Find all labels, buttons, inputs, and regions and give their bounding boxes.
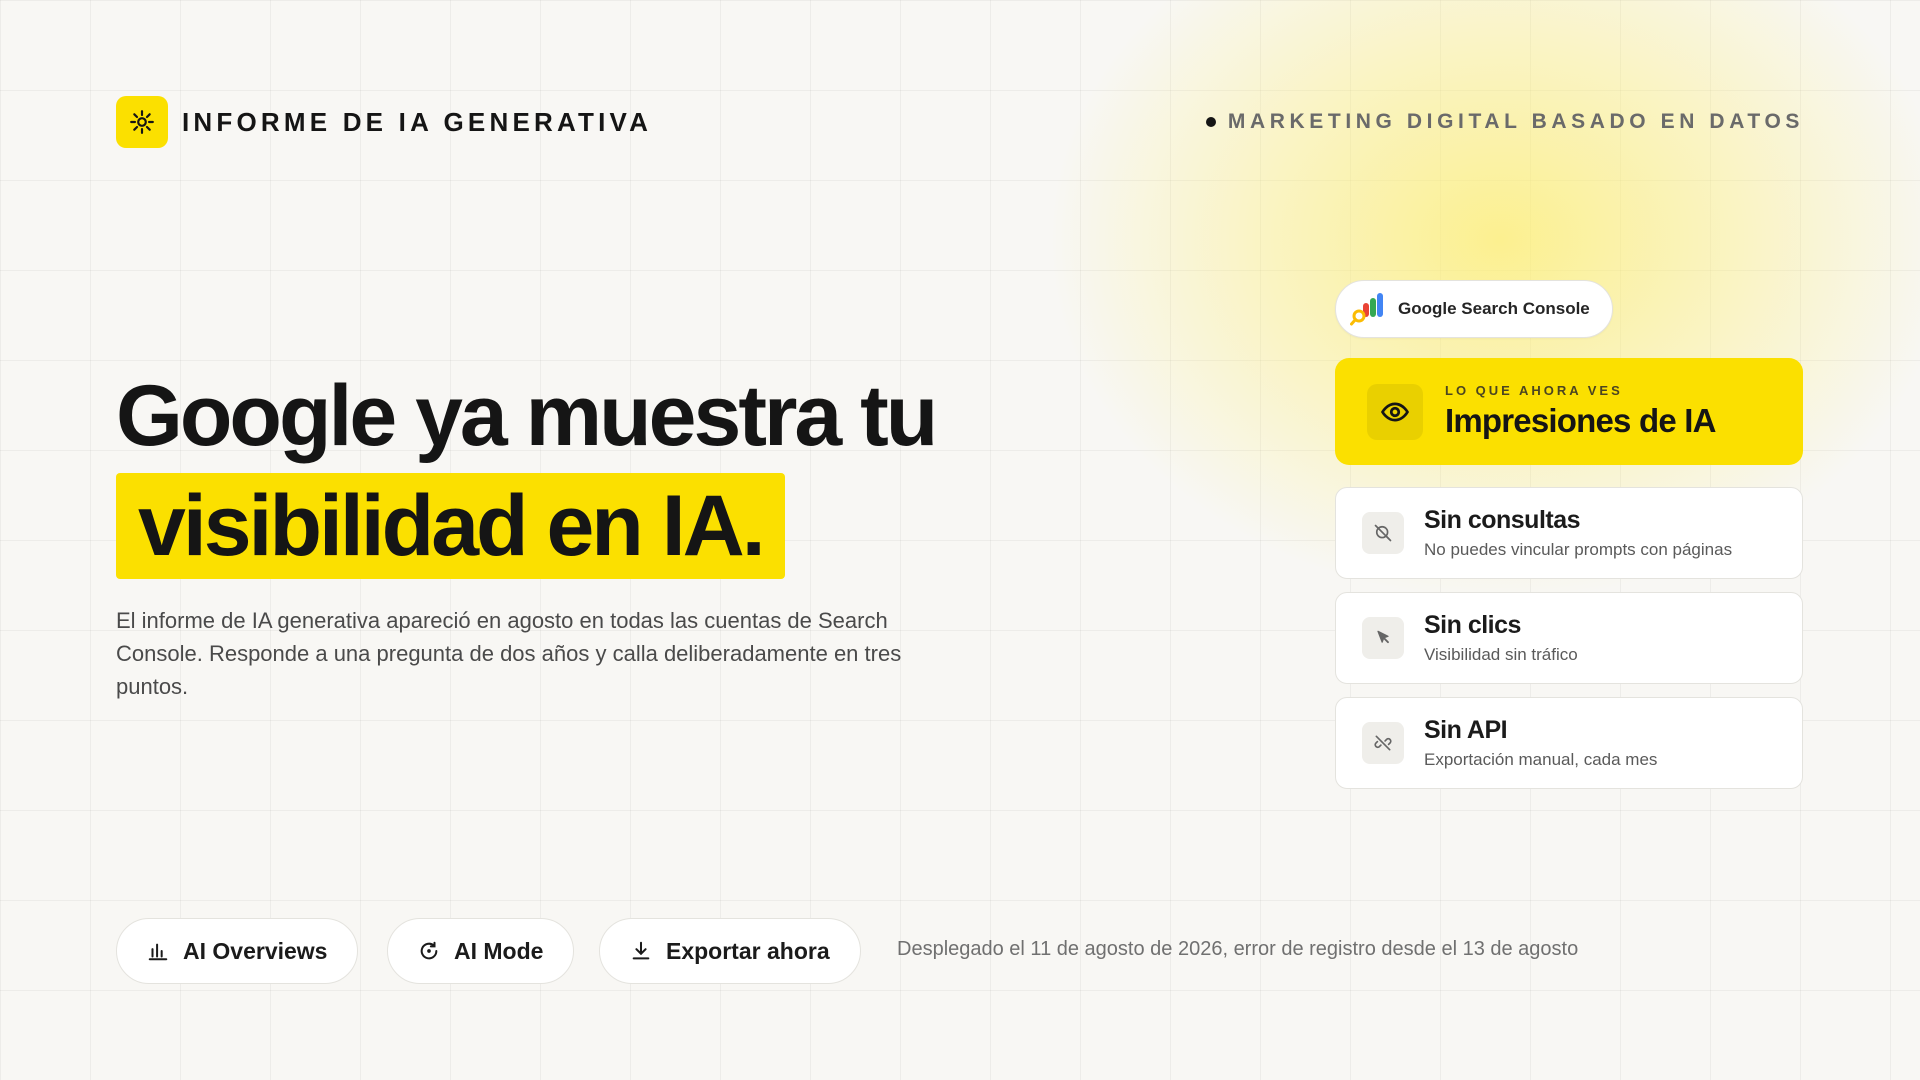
card-subtitle: No puedes vincular prompts con páginas — [1424, 540, 1733, 559]
headline-line-2-highlight: visibilidad en IA. — [116, 473, 785, 579]
eye-icon — [1367, 383, 1423, 440]
featured-kicker: LO QUE AHORA VES — [1445, 383, 1623, 398]
ai-overviews-label: AI Overviews — [183, 937, 328, 964]
refresh-circle-icon — [420, 941, 438, 960]
bullet-dot-icon — [1205, 117, 1216, 127]
card-no-api: Sin API Exportación manual, cada mes — [1335, 697, 1803, 789]
export-label: Exportar ahora — [666, 937, 830, 964]
export-button[interactable]: Exportar ahora — [599, 918, 861, 984]
download-icon — [632, 941, 650, 960]
card-no-queries: Sin consultas No puedes vincular prompts… — [1335, 487, 1803, 579]
ai-overviews-button[interactable]: AI Overviews — [116, 918, 359, 984]
featured-card-ai-impressions: LO QUE AHORA VES Impresiones de IA — [1335, 358, 1803, 465]
featured-title: Impresiones de IA — [1445, 402, 1716, 439]
card-title: Sin consultas — [1424, 506, 1581, 534]
card-subtitle: Visibilidad sin tráfico — [1424, 645, 1578, 664]
deployment-footnote: Desplegado el 11 de agosto de 2026, erro… — [897, 938, 1579, 960]
tagline: MARKETING DIGITAL BASADO EN DATOS — [1205, 110, 1804, 134]
card-no-clicks: Sin clics Visibilidad sin tráfico — [1335, 592, 1803, 684]
cursor-icon — [1362, 617, 1404, 659]
brand: INFORME DE IA GENERATIVA — [116, 96, 652, 148]
google-search-console-icon — [1350, 293, 1383, 326]
headline-line-1: Google ya muestra tu — [116, 368, 938, 464]
source-label: Google Search Console — [1398, 299, 1590, 318]
search-off-icon — [1362, 512, 1404, 554]
ai-mode-button[interactable]: AI Mode — [387, 918, 575, 984]
lead-paragraph: El informe de IA generativa apareció en … — [116, 608, 902, 699]
card-title: Sin API — [1424, 716, 1508, 744]
card-title: Sin clics — [1424, 611, 1521, 639]
ai-mode-label: AI Mode — [454, 937, 544, 964]
tagline-text: MARKETING DIGITAL BASADO EN DATOS — [1227, 110, 1804, 133]
card-subtitle: Exportación manual, cada mes — [1424, 750, 1658, 769]
link-off-icon — [1362, 722, 1404, 764]
sun-icon — [116, 96, 168, 148]
bar-chart-icon — [148, 943, 168, 961]
source-pill: Google Search Console — [1335, 280, 1613, 338]
brand-title: INFORME DE IA GENERATIVA — [182, 106, 653, 137]
